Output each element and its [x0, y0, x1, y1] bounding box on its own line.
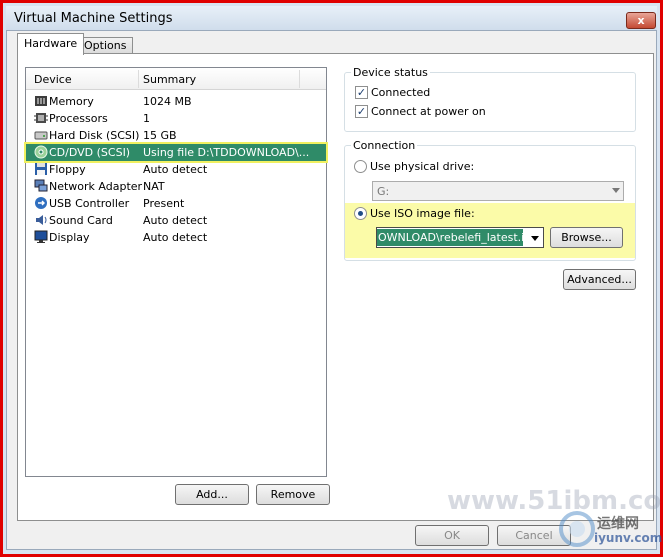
- device-list-header: Device Summary: [26, 68, 326, 90]
- device-summary: 1: [143, 112, 150, 125]
- column-separator[interactable]: [138, 70, 139, 88]
- device-row-sound-card[interactable]: Sound Card Auto detect: [26, 212, 326, 229]
- connect-at-power-on-label[interactable]: Connect at power on: [371, 105, 486, 118]
- device-name: USB Controller: [49, 197, 130, 210]
- sound-card-icon: [36, 215, 47, 225]
- device-row-processors[interactable]: Processors 1: [26, 110, 326, 127]
- device-summary: Auto detect: [143, 163, 208, 176]
- use-iso-image-label[interactable]: Use ISO image file:: [370, 207, 475, 220]
- network-adapter-icon: [34, 179, 48, 192]
- column-summary[interactable]: Summary: [143, 73, 196, 86]
- window-title: Virtual Machine Settings: [14, 11, 173, 26]
- iso-file-combo[interactable]: OWNLOAD\rebelefi_latest.iso: [376, 227, 544, 248]
- device-name: Processors: [49, 112, 108, 125]
- connected-label[interactable]: Connected: [371, 86, 430, 99]
- device-summary: NAT: [143, 180, 165, 193]
- device-summary: Using file D:\TDDOWNLOAD\...: [143, 146, 310, 159]
- add-button[interactable]: Add...: [175, 484, 249, 505]
- device-summary: 15 GB: [143, 129, 177, 142]
- device-name: Display: [49, 231, 90, 244]
- close-button[interactable]: x: [626, 12, 656, 29]
- hard-disk-icon: [34, 131, 48, 140]
- use-physical-drive-label[interactable]: Use physical drive:: [370, 160, 474, 173]
- remove-button[interactable]: Remove: [256, 484, 330, 505]
- column-separator[interactable]: [299, 70, 300, 88]
- browse-button[interactable]: Browse...: [550, 227, 623, 248]
- physical-drive-select[interactable]: G:: [372, 181, 624, 201]
- chevron-down-icon: [612, 188, 620, 193]
- device-list[interactable]: Device Summary Memory 1024 MB Processors…: [24, 67, 328, 477]
- device-name: Sound Card: [49, 214, 113, 227]
- iso-file-value[interactable]: OWNLOAD\rebelefi_latest.iso: [377, 229, 523, 246]
- memory-icon: [35, 96, 47, 106]
- floppy-icon: [35, 163, 47, 175]
- device-status-group: Device status ✓ Connected ✓ Connect at p…: [344, 66, 636, 132]
- device-row-cd-dvd[interactable]: CD/DVD (SCSI) Using file D:\TDDOWNLOAD\.…: [24, 142, 328, 163]
- close-icon: x: [637, 14, 645, 27]
- processor-icon: [34, 113, 48, 123]
- device-name: Hard Disk (SCSI): [49, 129, 140, 142]
- connection-title: Connection: [351, 139, 418, 152]
- device-summary: Auto detect: [143, 231, 208, 244]
- display-icon: [34, 230, 48, 243]
- watermark-logo-icon: [559, 511, 595, 547]
- tab-options[interactable]: Options: [77, 37, 134, 53]
- device-name: Memory: [49, 95, 94, 108]
- device-row-display[interactable]: Display Auto detect: [26, 229, 326, 246]
- usb-icon: [35, 197, 47, 209]
- device-row-hard-disk[interactable]: Hard Disk (SCSI) 15 GB: [26, 127, 326, 144]
- device-name: Floppy: [49, 163, 86, 176]
- connect-at-power-on-checkbox[interactable]: ✓: [355, 105, 368, 118]
- device-name: CD/DVD (SCSI): [49, 146, 131, 159]
- device-summary: 1024 MB: [143, 95, 192, 108]
- use-iso-image-radio[interactable]: [354, 207, 367, 220]
- device-summary: Present: [143, 197, 185, 210]
- ok-button[interactable]: OK: [415, 525, 489, 546]
- dialog-client: Hardware Options Device Summary Memory 1…: [6, 30, 663, 550]
- device-summary: Auto detect: [143, 214, 208, 227]
- column-device[interactable]: Device: [34, 73, 72, 86]
- device-row-network-adapter[interactable]: Network Adapter NAT: [26, 178, 326, 195]
- device-status-title: Device status: [351, 66, 430, 79]
- watermark-domain: iyunv.com: [594, 531, 663, 545]
- chevron-down-icon[interactable]: [531, 236, 539, 241]
- physical-drive-value: G:: [377, 185, 390, 198]
- device-name: Network Adapter: [49, 180, 143, 193]
- connected-checkbox[interactable]: ✓: [355, 86, 368, 99]
- use-physical-drive-radio[interactable]: [354, 160, 367, 173]
- device-row-usb-controller[interactable]: USB Controller Present: [26, 195, 326, 212]
- device-row-floppy[interactable]: Floppy Auto detect: [26, 161, 326, 178]
- tab-hardware[interactable]: Hardware: [17, 33, 85, 55]
- advanced-button[interactable]: Advanced...: [563, 269, 636, 290]
- title-bar: Virtual Machine Settings x: [6, 6, 657, 32]
- device-row-memory[interactable]: Memory 1024 MB: [26, 93, 326, 110]
- cd-dvd-icon: [34, 145, 48, 159]
